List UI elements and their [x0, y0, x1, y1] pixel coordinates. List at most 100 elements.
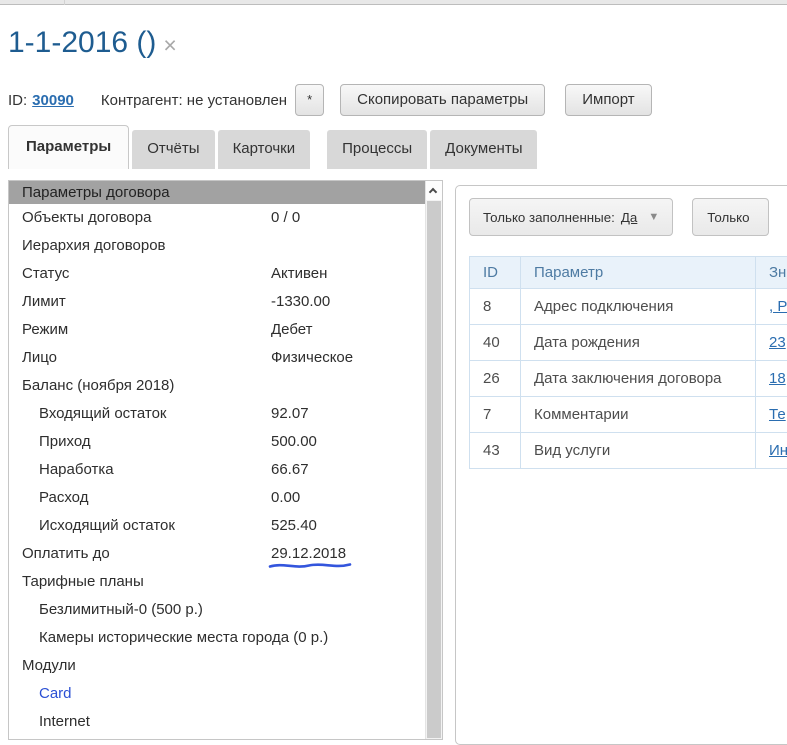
- param-value-link[interactable]: 23: [769, 334, 786, 351]
- row-value: 0.00: [271, 484, 300, 512]
- left-panel-row[interactable]: Баланс (ноября 2018): [9, 372, 442, 400]
- column-header-value: Зн: [756, 257, 787, 289]
- parameters-values-panel: Только заполненные: Да ▼ Только ID Парам…: [455, 185, 787, 745]
- row-label: Баланс (ноября 2018): [9, 372, 174, 400]
- left-panel-row[interactable]: Камеры исторические места города (0 р.): [9, 624, 442, 652]
- param-value-link[interactable]: , Р: [769, 298, 787, 315]
- module-link[interactable]: Card: [9, 680, 72, 708]
- param-name-cell: Дата рождения: [521, 325, 756, 361]
- id-label: ID:: [8, 92, 27, 109]
- left-panel-row[interactable]: Модули: [9, 652, 442, 680]
- param-row: 26Дата заключения договора 18: [470, 361, 787, 397]
- tab-bar: ПараметрыОтчётыКарточки ПроцессыДокументы: [8, 125, 540, 169]
- tab-dokumenty[interactable]: Документы: [430, 130, 537, 169]
- param-name-cell: Вид услуги: [521, 433, 756, 469]
- param-id-cell: 7: [470, 397, 521, 433]
- contract-parameters-panel: Параметры договора Объекты договора 0 / 0…: [8, 180, 443, 740]
- left-panel-row[interactable]: Оплатить до29.12.2018: [9, 540, 442, 568]
- row-value: 92.07: [271, 400, 309, 428]
- left-panel-row[interactable]: Расход0.00: [9, 484, 442, 512]
- counterparty-select-button[interactable]: *: [295, 84, 324, 116]
- param-name-cell: Комментарии: [521, 397, 756, 433]
- copy-parameters-button[interactable]: Скопировать параметры: [340, 84, 545, 116]
- filter-second-dropdown[interactable]: Только: [692, 198, 768, 236]
- param-value-link[interactable]: Ин: [769, 442, 787, 459]
- contract-title: 1-1-2016 (): [8, 26, 156, 60]
- contract-id-link[interactable]: 30090: [32, 92, 74, 109]
- row-label: Статус: [9, 260, 69, 288]
- param-value-cell: Те: [756, 397, 787, 433]
- parameters-table: ID Параметр Зн 8Адрес подключения , Р 40Да…: [469, 256, 787, 469]
- row-label: Иерархия договоров: [9, 232, 166, 260]
- param-row: 40Дата рождения 23: [470, 325, 787, 361]
- scroll-up-button[interactable]: [426, 181, 442, 200]
- left-panel-row[interactable]: Объекты договора 0 / 0: [9, 204, 442, 232]
- row-label: Тарифные планы: [9, 568, 144, 596]
- tab-processy[interactable]: Процессы: [327, 130, 427, 169]
- row-value: 500.00: [271, 428, 317, 456]
- left-panel-scrollbar[interactable]: [425, 181, 442, 739]
- row-value: 0 / 0: [271, 204, 300, 232]
- filter-filled-label: Только заполненные:: [483, 210, 615, 225]
- scrollbar-thumb[interactable]: [427, 201, 441, 738]
- left-panel-row[interactable]: Лимит-1330.00: [9, 288, 442, 316]
- chevron-up-icon: [429, 188, 437, 196]
- param-name-cell: Адрес подключения: [521, 289, 756, 325]
- param-id-cell: 26: [470, 361, 521, 397]
- left-panel-row[interactable]: Приход 500.00: [9, 428, 442, 456]
- param-row: 7Комментарии Те: [470, 397, 787, 433]
- param-row: 8Адрес подключения , Р: [470, 289, 787, 325]
- row-label: Объекты договора: [9, 204, 151, 232]
- row-label: Лицо: [9, 344, 57, 372]
- top-strip-divider: [64, 0, 65, 5]
- filter-filled-dropdown[interactable]: Только заполненные: Да ▼: [469, 198, 673, 236]
- param-id-cell: 40: [470, 325, 521, 361]
- row-label: Исходящий остаток: [9, 512, 175, 540]
- chevron-down-icon: ▼: [648, 211, 659, 223]
- param-value-cell: , Р: [756, 289, 787, 325]
- left-panel-row[interactable]: Internet: [9, 708, 442, 736]
- left-panel-header[interactable]: Параметры договора: [9, 181, 442, 204]
- row-label: Internet: [9, 708, 90, 736]
- browser-top-strip: [0, 0, 787, 5]
- param-value-link[interactable]: Те: [769, 406, 786, 423]
- left-panel-row[interactable]: Иерархия договоров: [9, 232, 442, 260]
- tab-kartochki[interactable]: Карточки: [218, 130, 311, 169]
- left-panel-row[interactable]: Card: [9, 680, 442, 708]
- row-label: Камеры исторические места города (0 р.): [9, 624, 328, 652]
- row-value: Активен: [271, 260, 327, 288]
- params-table-body: 8Адрес подключения , Р 40Дата рождения 23 26…: [470, 289, 787, 469]
- param-id-cell: 8: [470, 289, 521, 325]
- param-value-cell: 18: [756, 361, 787, 397]
- row-label: Приход: [9, 428, 91, 456]
- row-value: Физическое: [271, 344, 353, 372]
- left-panel-row[interactable]: Наработка66.67: [9, 456, 442, 484]
- filter-filled-value: Да: [621, 210, 637, 225]
- tab-otchety[interactable]: Отчёты: [132, 130, 214, 169]
- filter-row: Только заполненные: Да ▼ Только: [469, 198, 787, 236]
- left-panel-row[interactable]: Исходящий остаток 525.40: [9, 512, 442, 540]
- left-panel-row[interactable]: Статус Активен: [9, 260, 442, 288]
- row-value: 66.67: [271, 456, 309, 484]
- contract-header-row: ID: 30090 Контрагент: не установлен * Ск…: [8, 84, 652, 116]
- left-panel-row[interactable]: Тарифные планы: [9, 568, 442, 596]
- close-icon[interactable]: ×: [163, 32, 176, 59]
- param-name-cell: Дата заключения договора: [521, 361, 756, 397]
- param-value-link[interactable]: 18: [769, 370, 786, 387]
- row-label: Безлимитный-0 (500 р.): [9, 596, 203, 624]
- column-header-param: Параметр: [521, 257, 756, 289]
- row-label: Входящий остаток: [9, 400, 167, 428]
- left-panel-row[interactable]: РежимДебет: [9, 316, 442, 344]
- left-panel-row[interactable]: Безлимитный-0 (500 р.): [9, 596, 442, 624]
- tab-parametry[interactable]: Параметры: [8, 125, 129, 169]
- left-panel-row[interactable]: Лицо Физическое: [9, 344, 442, 372]
- param-id-cell: 43: [470, 433, 521, 469]
- import-button[interactable]: Импорт: [565, 84, 651, 116]
- row-value: 525.40: [271, 512, 317, 540]
- left-panel-row[interactable]: Входящий остаток 92.07: [9, 400, 442, 428]
- column-header-id: ID: [470, 257, 521, 289]
- counterparty-label: Контрагент: не установлен: [101, 92, 287, 109]
- row-value: Дебет: [271, 316, 312, 344]
- row-label: Оплатить до: [9, 540, 110, 568]
- page-title: 1-1-2016 () ×: [8, 26, 177, 60]
